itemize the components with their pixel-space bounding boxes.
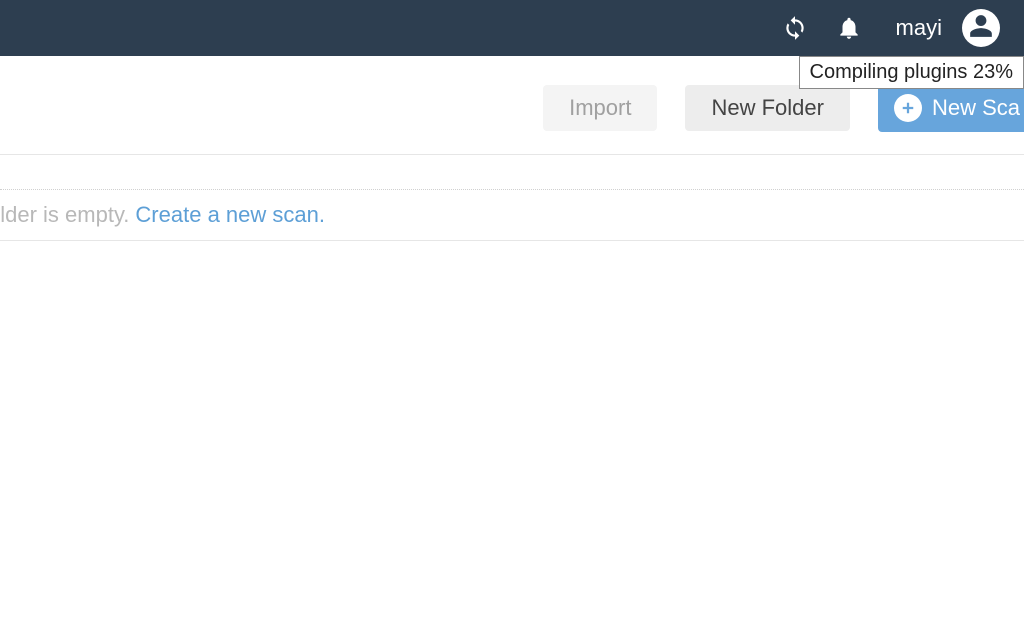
new-scan-button[interactable]: New Sca	[878, 84, 1024, 132]
import-button[interactable]: Import	[543, 85, 657, 131]
new-folder-button[interactable]: New Folder	[685, 85, 849, 131]
plus-icon	[894, 94, 922, 122]
create-scan-link[interactable]: Create a new scan.	[135, 202, 325, 228]
refresh-icon[interactable]	[782, 15, 808, 41]
notifications-icon[interactable]	[836, 15, 862, 41]
user-icon	[968, 13, 994, 44]
status-tooltip: Compiling plugins 23%	[799, 56, 1024, 89]
avatar[interactable]	[962, 9, 1000, 47]
new-scan-label: New Sca	[932, 95, 1024, 121]
header-bar: mayi	[0, 0, 1024, 56]
empty-state-row: older is empty. Create a new scan.	[0, 190, 1024, 241]
empty-text: older is empty.	[0, 202, 129, 228]
username-label: mayi	[896, 15, 942, 41]
